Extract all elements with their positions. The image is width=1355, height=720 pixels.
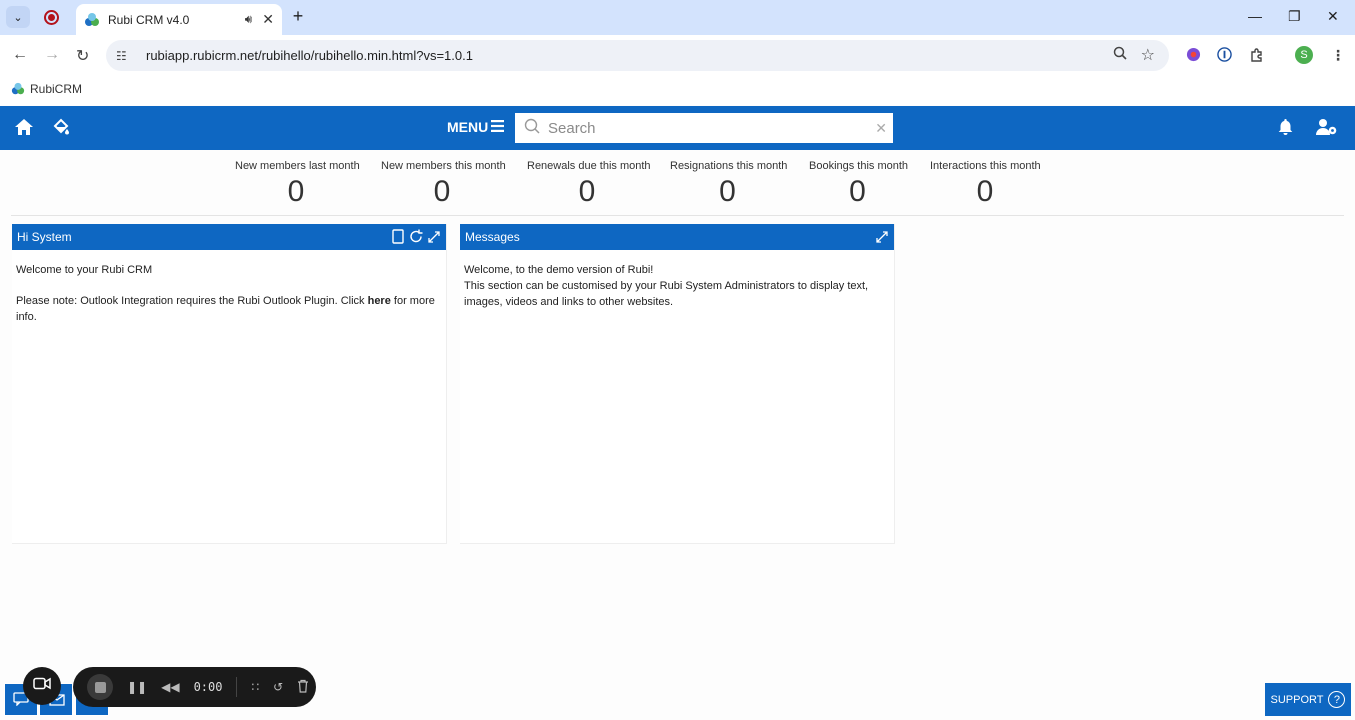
stat-label: Bookings this month xyxy=(809,160,909,172)
forward-arrow-icon[interactable]: → xyxy=(44,46,60,64)
recorder-controls: ❚❚ ◀◀ 0:00 ∷ ↺ xyxy=(73,667,316,707)
hi-system-panel: Hi System Welcome to your Rubi CRM Pleas… xyxy=(12,224,447,544)
stat-value: 0 xyxy=(976,175,994,208)
zoom-icon[interactable] xyxy=(1113,46,1127,63)
speaker-icon[interactable]: 🔊︎ xyxy=(245,12,253,27)
stat-new-members-last-month[interactable]: New members last month 0 xyxy=(235,160,360,209)
panel-body: Welcome, to the demo version of Rubi! Th… xyxy=(460,250,894,322)
panel-header: Messages xyxy=(460,224,894,250)
stat-label: New members this month xyxy=(381,160,506,172)
app-header: MENU ✕ xyxy=(0,106,1355,150)
notification-bell-icon[interactable] xyxy=(1277,118,1294,141)
rewind-icon[interactable]: ◀◀ xyxy=(161,680,179,694)
divider xyxy=(11,215,1344,216)
chevron-down-icon: ⌄ xyxy=(13,11,23,24)
menu-label: MENU xyxy=(447,119,489,135)
stat-value: 0 xyxy=(287,175,305,208)
expand-icon[interactable] xyxy=(426,228,442,248)
stat-label: Resignations this month xyxy=(670,160,788,172)
bookmarks-bar: RubiCRM xyxy=(0,77,1355,105)
extension-colorful-icon[interactable] xyxy=(1186,47,1201,65)
clear-search-icon[interactable]: ✕ xyxy=(875,120,887,137)
bookmark-star-icon[interactable]: ☆ xyxy=(1141,45,1155,65)
paint-bucket-icon[interactable] xyxy=(52,118,70,141)
url-text[interactable]: rubiapp.rubicrm.net/rubihello/rubihello.… xyxy=(146,48,473,63)
password-manager-icon[interactable] xyxy=(1217,47,1232,65)
stop-recording-button[interactable] xyxy=(87,674,113,700)
back-arrow-icon[interactable]: ← xyxy=(12,46,28,64)
stat-bookings-this-month[interactable]: Bookings this month 0 xyxy=(809,160,909,209)
rubi-favicon-icon xyxy=(84,12,100,28)
messages-panel: Messages Welcome, to the demo version of… xyxy=(460,224,895,544)
close-tab-icon[interactable]: ✕ xyxy=(262,11,274,28)
browser-tab-bar: ⌄ Rubi CRM v4.0 🔊︎ ✕ + — ❐ ✕ xyxy=(0,0,1355,35)
address-bar[interactable]: ☷ rubiapp.rubicrm.net/rubihello/rubihell… xyxy=(106,40,1169,71)
stat-value: 0 xyxy=(719,175,736,208)
bookmark-rubicrm[interactable]: RubiCRM xyxy=(11,82,82,96)
rubi-favicon-icon xyxy=(11,82,25,96)
video-camera-icon xyxy=(33,677,51,695)
refresh-icon[interactable] xyxy=(408,228,424,248)
browser-toolbar: ← → ↻ ☷ rubiapp.rubicrm.net/rubihello/ru… xyxy=(0,35,1355,77)
minimize-icon[interactable]: — xyxy=(1248,8,1262,24)
here-link[interactable]: here xyxy=(368,295,391,307)
profile-avatar[interactable]: S xyxy=(1295,46,1313,64)
outlook-note: Please note: Outlook Integration require… xyxy=(16,295,435,323)
restart-icon[interactable]: ↺ xyxy=(273,680,283,694)
browser-tab[interactable]: Rubi CRM v4.0 🔊︎ ✕ xyxy=(76,4,282,35)
extensions-puzzle-icon[interactable] xyxy=(1249,47,1265,66)
reload-icon[interactable]: ↻ xyxy=(76,46,89,66)
support-button[interactable]: SUPPORT ? xyxy=(1265,683,1351,716)
stats-row: New members last month 0 New members thi… xyxy=(0,150,1355,216)
panel-header: Hi System xyxy=(12,224,446,250)
recording-time: 0:00 xyxy=(193,680,223,694)
hamburger-icon xyxy=(491,119,505,135)
stat-label: New members last month xyxy=(235,160,360,172)
welcome-text: Welcome to your Rubi CRM xyxy=(16,264,153,276)
pause-icon[interactable]: ❚❚ xyxy=(127,680,147,694)
search-icon xyxy=(524,118,540,139)
drag-handle-icon[interactable]: ∷ xyxy=(251,680,259,694)
panel-title: Hi System xyxy=(17,230,72,244)
stat-new-members-this-month[interactable]: New members this month 0 xyxy=(381,160,506,209)
search-input[interactable] xyxy=(548,119,858,137)
tab-title: Rubi CRM v4.0 xyxy=(108,12,190,27)
close-window-icon[interactable]: ✕ xyxy=(1327,8,1339,25)
message-line: Welcome, to the demo version of Rubi! xyxy=(464,264,654,276)
divider xyxy=(236,677,238,697)
stat-renewals-due-this-month[interactable]: Renewals due this month 0 xyxy=(527,160,651,209)
stat-interactions-this-month[interactable]: Interactions this month 0 xyxy=(930,160,1041,209)
home-icon[interactable] xyxy=(14,118,34,141)
user-settings-icon[interactable] xyxy=(1316,118,1338,141)
panel-title: Messages xyxy=(465,230,520,244)
recording-indicator-icon[interactable] xyxy=(44,10,59,25)
message-line: This section can be customised by your R… xyxy=(464,280,869,308)
stat-label: Renewals due this month xyxy=(527,160,651,172)
restore-icon[interactable]: ❐ xyxy=(1288,8,1301,25)
menu-button[interactable]: MENU xyxy=(447,119,505,135)
stat-value: 0 xyxy=(433,175,451,208)
stat-resignations-this-month[interactable]: Resignations this month 0 xyxy=(670,160,788,209)
trash-icon[interactable] xyxy=(297,679,309,696)
bookmark-label: RubiCRM xyxy=(30,82,83,96)
tab-list-button[interactable]: ⌄ xyxy=(6,6,30,28)
camera-button[interactable] xyxy=(23,667,61,705)
document-icon[interactable] xyxy=(390,228,406,248)
stat-value: 0 xyxy=(849,175,866,208)
panel-body: Welcome to your Rubi CRM Please note: Ou… xyxy=(12,250,446,352)
stat-value: 0 xyxy=(578,175,596,208)
search-box: ✕ xyxy=(515,113,893,143)
support-label: SUPPORT xyxy=(1270,693,1324,706)
expand-icon[interactable] xyxy=(874,228,890,248)
site-settings-icon[interactable]: ☷ xyxy=(116,49,132,63)
more-menu-icon[interactable]: ⋮ xyxy=(1331,47,1345,64)
new-tab-button[interactable]: + xyxy=(289,6,307,27)
stat-label: Interactions this month xyxy=(930,160,1041,172)
help-icon: ? xyxy=(1328,691,1346,708)
